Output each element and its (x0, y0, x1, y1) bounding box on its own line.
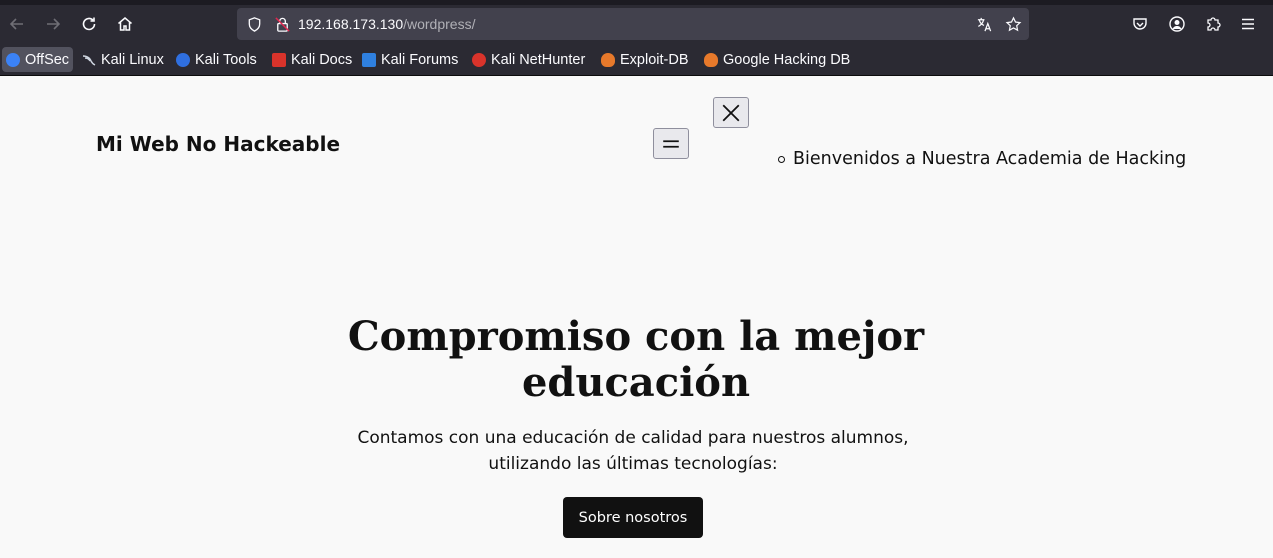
extensions-button[interactable] (1197, 7, 1229, 41)
bookmark-star-icon[interactable] (1004, 15, 1022, 33)
nav-link-home[interactable]: Bienvenidos a Nuestra Academia de Hackin… (778, 149, 1186, 169)
bookmark-label: Kali Forums (381, 51, 459, 68)
bookmarks-toolbar: OffSec Kali Linux Kali Tools Kali Docs K… (0, 43, 1273, 76)
site-title[interactable]: Mi Web No Hackeable (96, 132, 340, 156)
offsec-favicon (6, 52, 20, 67)
web-page: Mi Web No Hackeable Bienvenidos a Nuestr… (0, 76, 1273, 558)
account-button[interactable] (1161, 7, 1193, 41)
bookmark-label: Kali NetHunter (491, 51, 586, 68)
bookmark-label: OffSec (25, 51, 70, 68)
bookmark-exploit-db[interactable]: Exploit-DB (597, 47, 693, 72)
hamburger-icon (1242, 18, 1254, 30)
nav-link-label: Bienvenidos a Nuestra Academia de Hackin… (793, 149, 1187, 169)
reload-icon (82, 17, 96, 31)
translate-icon[interactable] (975, 15, 993, 33)
bookmark-kali-tools[interactable]: Kali Tools (172, 47, 261, 72)
shield-icon[interactable] (245, 15, 263, 33)
back-button[interactable] (1, 7, 33, 41)
kali-tools-icon (176, 52, 190, 67)
kali-docs-icon (272, 52, 286, 67)
address-bar[interactable]: 192.168.173.130/wordpress/ (237, 8, 1029, 40)
arrow-right-icon (47, 18, 61, 30)
home-button[interactable] (109, 7, 141, 41)
bookmark-label: Kali Linux (101, 51, 164, 68)
pocket-button[interactable] (1124, 7, 1156, 41)
pocket-icon (1133, 18, 1147, 30)
bookmark-kali-docs[interactable]: Kali Docs (268, 47, 356, 72)
hero-description: Contamos con una educación de calidad pa… (357, 428, 909, 474)
insecure-lock-icon[interactable] (273, 15, 291, 33)
kali-forums-icon (362, 52, 376, 67)
browser-toolbar: 192.168.173.130/wordpress/ (0, 5, 1273, 43)
url-path: /wordpress/ (403, 16, 476, 32)
reload-button[interactable] (73, 7, 105, 41)
url-host: 192.168.173.130 (298, 16, 404, 32)
forward-button[interactable] (37, 7, 69, 41)
bookmark-label: Kali Docs (291, 51, 353, 68)
close-icon (722, 104, 740, 121)
puzzle-icon (1207, 17, 1221, 31)
about-us-button[interactable]: Sobre nosotros (563, 497, 703, 538)
url-text[interactable]: 192.168.173.130/wordpress/ (298, 15, 475, 33)
hero-heading: Compromiso con la mejor educación (347, 313, 925, 406)
exploit-db-icon (601, 52, 615, 67)
home-icon (118, 17, 132, 31)
bookmark-label: Kali Tools (195, 51, 257, 68)
nethunter-icon (472, 52, 486, 67)
bookmark-kali-forums[interactable]: Kali Forums (358, 47, 462, 72)
arrow-left-icon (9, 18, 23, 30)
kali-dragon-icon (82, 53, 96, 67)
bookmark-label: Exploit-DB (620, 51, 689, 68)
bookmark-google-hacking-db[interactable]: Google Hacking DB (700, 47, 854, 72)
app-menu-button[interactable] (1232, 7, 1264, 41)
close-menu-button[interactable] (713, 97, 749, 128)
bookmark-label: Google Hacking DB (723, 51, 851, 68)
account-icon (1169, 16, 1185, 32)
bookmark-offsec[interactable]: OffSec (2, 47, 74, 72)
open-menu-button[interactable] (653, 128, 689, 159)
bookmark-kali-nethunter[interactable]: Kali NetHunter (468, 47, 589, 72)
ghdb-icon (704, 52, 718, 67)
circle-bullet-icon (778, 155, 785, 163)
menu-icon (663, 139, 679, 148)
bookmark-kali-linux[interactable]: Kali Linux (78, 47, 168, 72)
